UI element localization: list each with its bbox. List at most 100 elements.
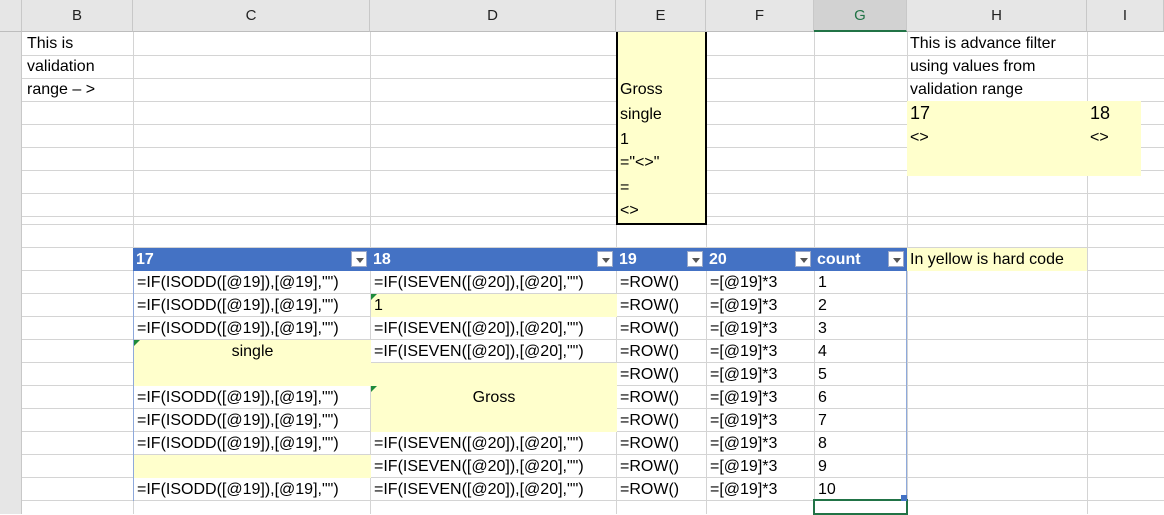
validation-value[interactable]: 1 <box>617 128 632 151</box>
fill-handle[interactable] <box>901 495 907 501</box>
table-cell[interactable]: =IF(ISEVEN([@20]),[@20],"") <box>371 432 617 455</box>
select-all-corner[interactable] <box>0 0 22 32</box>
table-cell[interactable]: =IF(ISEVEN([@20]),[@20],"") <box>371 455 617 478</box>
table-cell[interactable]: =IF(ISODD([@19]),[@19],"") <box>134 317 371 340</box>
table-header-18[interactable]: 18 <box>370 248 616 271</box>
validation-value[interactable]: ="<>" <box>617 151 662 174</box>
row-number-gutter[interactable] <box>0 32 22 514</box>
validation-note-line-3[interactable]: range – > <box>24 78 98 101</box>
filter-dropdown-icon[interactable] <box>795 251 811 267</box>
table-cell[interactable]: =IF(ISODD([@19]),[@19],"") <box>134 478 371 501</box>
hard-code-note[interactable]: In yellow is hard code <box>907 248 1087 271</box>
table-header-19[interactable]: 19 <box>616 248 706 271</box>
criteria-value-17[interactable]: <> <box>907 126 932 149</box>
table-cell[interactable]: =[@19]*3 <box>707 432 815 455</box>
filter-note-line-2[interactable]: using values from <box>907 55 1038 78</box>
table-cell[interactable]: =[@19]*3 <box>707 271 815 294</box>
data-table-body: =IF(ISODD([@19]),[@19],"") =IF(ISEVEN([@2… <box>133 271 907 501</box>
table-header-label: 19 <box>619 251 637 268</box>
table-cell[interactable] <box>134 363 371 386</box>
filter-note-line-1[interactable]: This is advance filter <box>907 32 1059 55</box>
filter-dropdown-icon[interactable] <box>597 251 613 267</box>
table-header-count[interactable]: count <box>814 248 907 271</box>
table-cell[interactable]: =IF(ISEVEN([@20]),[@20],"") <box>371 478 617 501</box>
table-cell[interactable]: =[@19]*3 <box>707 340 815 363</box>
table-cell[interactable]: =[@19]*3 <box>707 455 815 478</box>
table-header-label: 18 <box>373 251 391 268</box>
table-cell[interactable]: =IF(ISODD([@19]),[@19],"") <box>134 432 371 455</box>
table-header-17[interactable]: 17 <box>133 248 370 271</box>
table-cell[interactable] <box>371 409 617 432</box>
validation-note-line-2[interactable]: validation <box>24 55 98 78</box>
table-cell[interactable]: =ROW() <box>617 409 707 432</box>
table-cell[interactable]: =IF(ISEVEN([@20]),[@20],"") <box>371 340 617 363</box>
col-header-b[interactable]: B <box>22 0 133 32</box>
criteria-header-17[interactable]: 17 <box>907 101 933 126</box>
table-cell[interactable]: =ROW() <box>617 432 707 455</box>
table-cell[interactable] <box>134 455 371 478</box>
filter-dropdown-icon[interactable] <box>687 251 703 267</box>
table-cell[interactable]: 10 <box>815 478 908 501</box>
table-cell[interactable]: =IF(ISODD([@19]),[@19],"") <box>134 409 371 432</box>
table-cell[interactable]: =ROW() <box>617 386 707 409</box>
table-cell[interactable]: =IF(ISEVEN([@20]),[@20],"") <box>371 271 617 294</box>
table-cell[interactable]: =[@19]*3 <box>707 294 815 317</box>
col-header-c[interactable]: C <box>133 0 370 32</box>
table-cell[interactable]: =ROW() <box>617 271 707 294</box>
table-cell[interactable]: =ROW() <box>617 317 707 340</box>
gridline <box>22 193 1164 194</box>
col-header-f[interactable]: F <box>706 0 814 32</box>
criteria-header-18[interactable]: 18 <box>1087 101 1113 126</box>
table-cell[interactable]: single <box>134 340 371 363</box>
filter-dropdown-icon[interactable] <box>351 251 367 267</box>
table-cell[interactable]: =IF(ISODD([@19]),[@19],"") <box>134 294 371 317</box>
table-cell[interactable]: 4 <box>815 340 908 363</box>
table-cell[interactable]: 1 <box>815 271 908 294</box>
table-cell[interactable]: =ROW() <box>617 455 707 478</box>
table-header-label: count <box>817 251 861 268</box>
table-cell[interactable]: 2 <box>815 294 908 317</box>
table-cell[interactable]: =IF(ISEVEN([@20]),[@20],"") <box>371 317 617 340</box>
table-cell[interactable]: =ROW() <box>617 478 707 501</box>
table-cell[interactable]: =[@19]*3 <box>707 386 815 409</box>
table-cell[interactable]: =ROW() <box>617 294 707 317</box>
active-cell-selection[interactable] <box>813 499 908 515</box>
validation-value[interactable]: Gross <box>617 78 666 101</box>
table-cell[interactable]: 5 <box>815 363 908 386</box>
table-cell[interactable]: =[@19]*3 <box>707 478 815 501</box>
validation-value[interactable]: = <box>617 176 632 199</box>
table-cell[interactable]: =ROW() <box>617 363 707 386</box>
table-cell[interactable]: =IF(ISODD([@19]),[@19],"") <box>134 271 371 294</box>
table-header-20[interactable]: 20 <box>706 248 814 271</box>
col-header-d[interactable]: D <box>370 0 616 32</box>
col-header-e[interactable]: E <box>616 0 706 32</box>
table-cell[interactable]: =[@19]*3 <box>707 409 815 432</box>
gridline <box>22 224 1164 225</box>
table-cell[interactable]: =IF(ISODD([@19]),[@19],"") <box>134 386 371 409</box>
table-cell[interactable]: 6 <box>815 386 908 409</box>
table-cell[interactable]: 1 <box>371 294 617 317</box>
col-header-g[interactable]: G <box>814 0 907 32</box>
table-cell[interactable]: =ROW() <box>617 340 707 363</box>
table-cell[interactable]: Gross <box>371 386 617 409</box>
filter-dropdown-icon[interactable] <box>888 251 904 267</box>
table-header-label: 17 <box>136 251 154 268</box>
col-header-h[interactable]: H <box>907 0 1087 32</box>
validation-value[interactable]: <> <box>617 199 642 222</box>
table-cell[interactable]: =[@19]*3 <box>707 363 815 386</box>
error-indicator-icon <box>371 386 377 392</box>
criteria-value-18[interactable]: <> <box>1087 126 1112 149</box>
error-indicator-icon <box>134 340 140 346</box>
table-cell[interactable]: 8 <box>815 432 908 455</box>
filter-note-line-3[interactable]: validation range <box>907 78 1026 101</box>
table-cell[interactable]: =[@19]*3 <box>707 317 815 340</box>
spreadsheet-grid[interactable]: B C D E F G H I This is validation range… <box>0 0 1164 515</box>
validation-value[interactable]: single <box>617 103 665 126</box>
table-cell[interactable]: 7 <box>815 409 908 432</box>
table-cell[interactable]: 9 <box>815 455 908 478</box>
validation-note-line-1[interactable]: This is <box>24 32 76 55</box>
table-header-label: 20 <box>709 251 727 268</box>
col-header-i[interactable]: I <box>1087 0 1164 32</box>
table-cell[interactable]: 3 <box>815 317 908 340</box>
table-cell[interactable] <box>371 363 617 386</box>
